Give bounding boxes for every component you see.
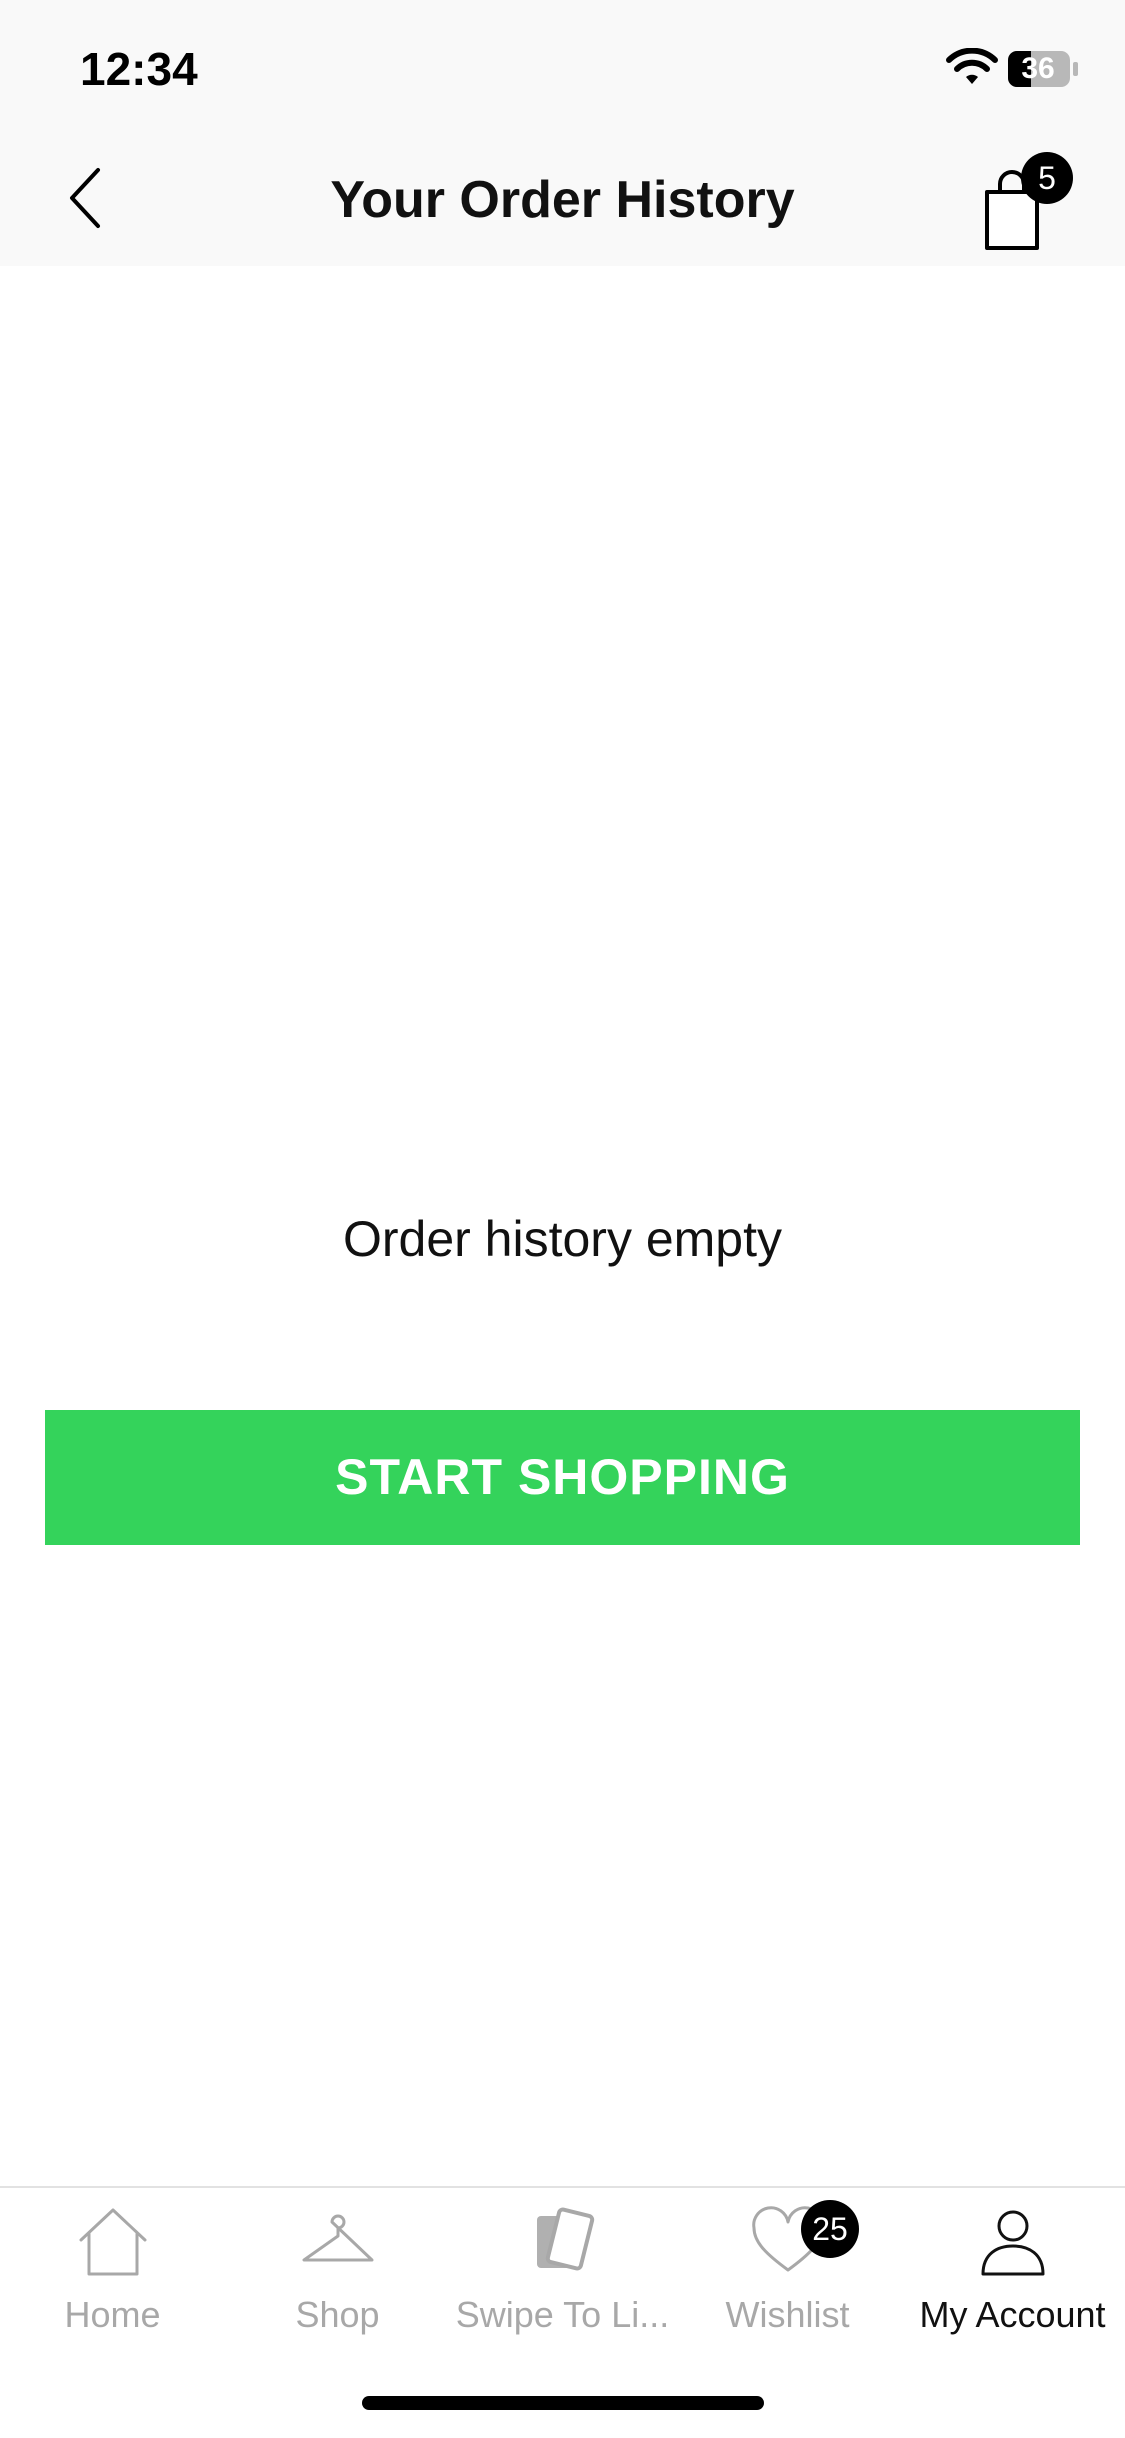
hanger-icon (302, 2214, 373, 2262)
tab-label-account: My Account (919, 2294, 1106, 2335)
person-icon (981, 2210, 1044, 2276)
tab-label-swipe: Swipe To Li... (455, 2294, 670, 2335)
back-button[interactable] (56, 160, 116, 236)
wifi-icon (946, 48, 998, 84)
nav-bar: Your Order History 5 (0, 130, 1125, 266)
battery-icon: 36 (1007, 50, 1081, 88)
tab-my-account[interactable]: My Account (900, 2188, 1125, 2358)
chevron-left-icon (70, 168, 100, 228)
page-title: Your Order History (330, 171, 795, 229)
cart-badge: 5 (1021, 152, 1073, 204)
swipe-cards-icon (536, 2207, 594, 2271)
tab-shop[interactable]: Shop (225, 2188, 450, 2358)
tab-wishlist[interactable]: 25 Wishlist (675, 2188, 900, 2358)
tab-home[interactable]: Home (0, 2188, 225, 2358)
status-bar: 12:34 36 (0, 0, 1125, 130)
battery-level: 36 (1021, 52, 1055, 85)
home-icon (79, 2208, 146, 2276)
empty-state-message: Order history empty (342, 1211, 782, 1267)
status-time: 12:34 (80, 43, 198, 95)
wishlist-badge: 25 (801, 2200, 859, 2258)
home-indicator (362, 2396, 764, 2410)
tab-label-shop: Shop (295, 2294, 380, 2335)
tab-label-home: Home (64, 2294, 161, 2335)
cart-button[interactable]: 5 (975, 152, 1075, 252)
tab-swipe-to-like[interactable]: Swipe To Li... (450, 2188, 675, 2358)
start-shopping-button[interactable]: START SHOPPING (45, 1410, 1080, 1545)
tab-label-wishlist: Wishlist (725, 2294, 850, 2335)
